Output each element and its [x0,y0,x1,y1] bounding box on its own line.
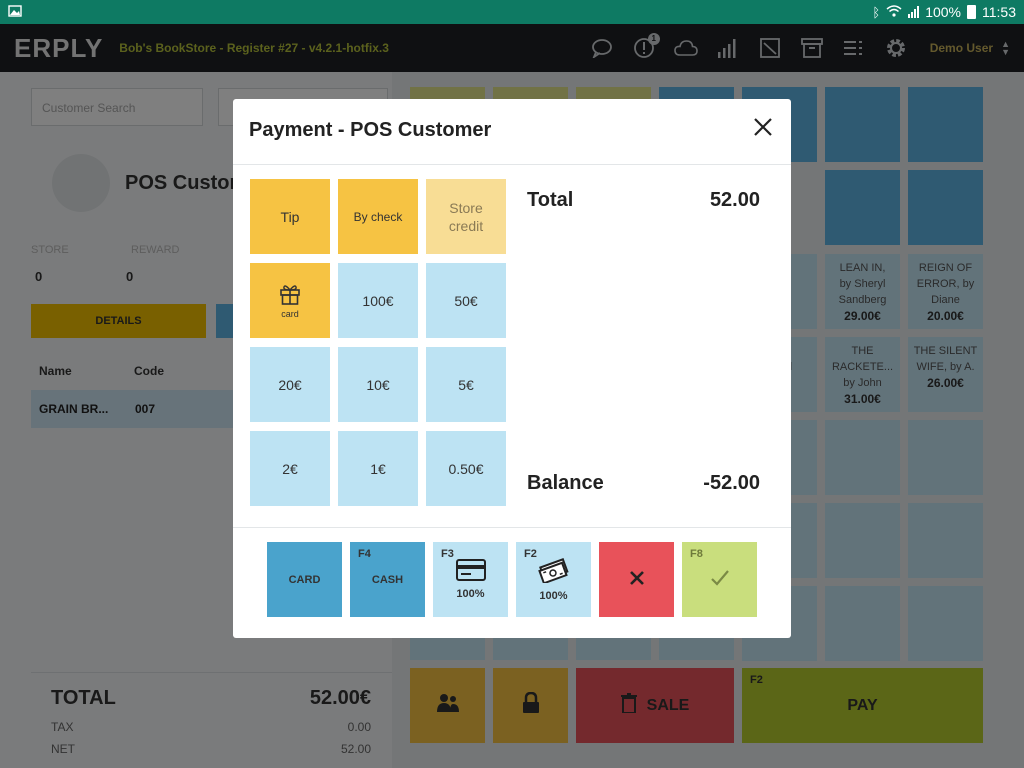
gallery-notification-icon [8,4,22,21]
gift-card-label: card [281,308,299,319]
bluetooth-icon: ᛒ [872,4,881,20]
wifi-icon [886,4,902,20]
card-full-shortcut-key: F3 [441,548,454,560]
checkmark-icon [710,569,730,590]
store-credit-label: Store credit [448,199,484,234]
payment-dialog: Payment - POS Customer Tip By check Stor… [233,99,791,638]
denom-1-label: 1€ [370,460,386,477]
divider [233,164,791,165]
cash-full-percent: 100% [539,590,568,602]
denom-5-label: 5€ [458,376,474,393]
denom-100-label: 100€ [362,292,394,309]
confirm-button[interactable]: F8 [682,542,757,617]
confirm-shortcut-key: F8 [690,548,703,560]
credit-card-icon [455,559,486,584]
gift-card-button[interactable]: card [250,263,330,338]
denom-50-button[interactable]: 50€ [426,263,506,338]
gift-icon [279,283,301,308]
denom-050-button[interactable]: 0.50€ [426,431,506,506]
denom-20-label: 20€ [278,376,302,393]
battery-icon [967,5,976,19]
denom-10-label: 10€ [366,376,390,393]
cancel-x-icon [629,570,645,589]
cancel-button[interactable] [599,542,674,617]
clock: 11:53 [982,4,1016,20]
cash-full-amount-button[interactable]: F2 100% [516,542,591,617]
denom-10-button[interactable]: 10€ [338,347,418,422]
denom-50-label: 50€ [454,292,478,309]
tip-button[interactable]: Tip [250,179,330,254]
card-full-percent: 100% [456,588,485,600]
denom-1-button[interactable]: 1€ [338,431,418,506]
balance-amount: -52.00 [703,472,760,494]
balance-label: Balance [527,472,604,494]
store-credit-button[interactable]: Store credit [426,179,506,254]
cash-label: CASH [371,573,404,586]
by-check-label: By check [353,209,403,224]
denom-100-button[interactable]: 100€ [338,263,418,338]
denom-2-label: 2€ [282,460,298,477]
cell-signal-icon [908,6,920,18]
denom-050-label: 0.50€ [448,460,484,477]
android-status-bar: ᛒ 100% 11:53 [0,0,1024,24]
by-check-button[interactable]: By check [338,179,418,254]
card-payment-button[interactable]: CARD [267,542,342,617]
total-label: Total [527,189,574,211]
card-label: CARD [288,573,321,586]
total-amount: 52.00 [709,189,760,211]
tip-label: Tip [280,208,300,225]
denom-5-button[interactable]: 5€ [426,347,506,422]
divider [233,527,791,528]
cash-payment-button[interactable]: F4 CASH [350,542,425,617]
close-icon [753,117,773,142]
banknotes-icon [537,557,570,586]
dialog-title: Payment - POS Customer [249,119,492,141]
denom-2-button[interactable]: 2€ [250,431,330,506]
denom-20-button[interactable]: 20€ [250,347,330,422]
card-full-amount-button[interactable]: F3 100% [433,542,508,617]
battery-percent: 100% [925,4,961,20]
cash-shortcut-key: F4 [358,548,371,560]
close-button[interactable] [751,117,775,141]
cash-full-shortcut-key: F2 [524,548,537,560]
